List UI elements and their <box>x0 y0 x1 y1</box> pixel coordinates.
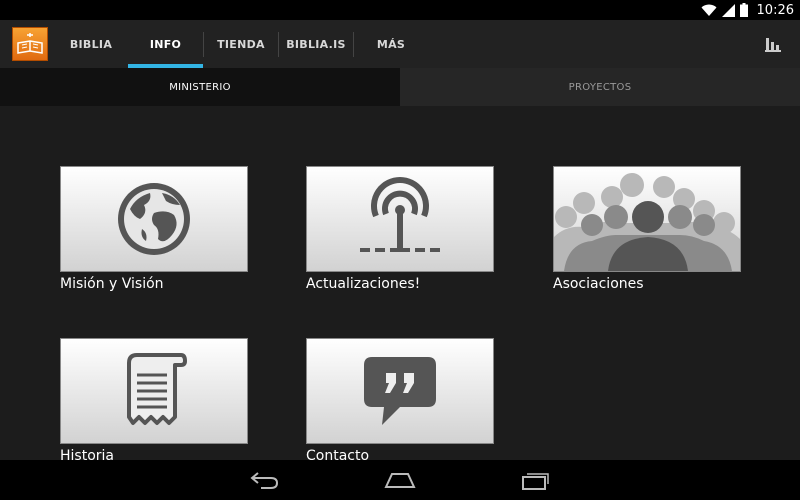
subtab-proyectos[interactable]: PROYECTOS <box>400 68 800 106</box>
bible-app-icon[interactable] <box>12 27 48 61</box>
tab-label: INFO <box>149 37 182 51</box>
subtab-ministerio[interactable]: MINISTERIO <box>0 68 400 106</box>
recents-button[interactable] <box>518 468 554 492</box>
status-bar: 10:26 <box>0 0 800 20</box>
tile-label: Asociaciones <box>553 276 644 292</box>
quote-bubble-icon <box>364 357 436 425</box>
subtab-label: PROYECTOS <box>568 81 632 93</box>
back-icon <box>250 472 279 489</box>
book-icon <box>17 33 43 54</box>
tile-image <box>60 166 248 272</box>
tile-image <box>306 338 494 444</box>
scroll-icon <box>127 353 187 425</box>
home-icon <box>384 473 416 488</box>
tab-biblia-is[interactable]: BIBLIA.IS <box>279 20 353 68</box>
tab-label: MÁS <box>376 37 406 51</box>
action-bar: BIBLIA INFO TIENDA BIBLIA.IS MÁS <box>0 20 800 68</box>
recents-icon <box>522 473 549 490</box>
people-icon <box>554 173 740 271</box>
globe-icon <box>118 183 190 255</box>
wifi-icon <box>701 4 717 16</box>
navigation-bar <box>0 460 800 500</box>
subtabs: MINISTERIO PROYECTOS <box>0 68 800 106</box>
bar-chart-icon[interactable] <box>764 34 782 54</box>
tab-tienda[interactable]: TIENDA <box>204 20 278 68</box>
broadcast-icon <box>360 177 440 252</box>
tiles-grid: Misión y Visión Actualizaciones! Asociac… <box>0 106 800 464</box>
tile-image <box>60 338 248 444</box>
tile-asociaciones[interactable]: Asociaciones <box>553 166 741 292</box>
subtab-label: MINISTERIO <box>169 81 231 93</box>
clock: 10:26 <box>756 2 794 18</box>
tile-label: Misión y Visión <box>60 276 164 292</box>
signal-icon <box>721 3 735 17</box>
tile-image <box>306 166 494 272</box>
tile-historia[interactable]: Historia <box>60 338 248 464</box>
tab-label: BIBLIA.IS <box>286 37 346 51</box>
tile-actualizaciones[interactable]: Actualizaciones! <box>306 166 494 292</box>
tile-label: Actualizaciones! <box>306 276 421 292</box>
tile-image <box>553 166 741 272</box>
tab-info[interactable]: INFO <box>128 20 203 68</box>
battery-icon <box>739 3 748 17</box>
tab-label: BIBLIA <box>69 37 113 51</box>
status-icons: 10:26 <box>701 0 794 20</box>
home-button[interactable] <box>382 468 418 492</box>
tab-label: TIENDA <box>217 37 265 51</box>
back-button[interactable] <box>246 468 282 492</box>
tile-contacto[interactable]: Contacto <box>306 338 494 464</box>
tile-mision-vision[interactable]: Misión y Visión <box>60 166 248 292</box>
tab-biblia[interactable]: BIBLIA <box>55 20 127 68</box>
tab-mas[interactable]: MÁS <box>354 20 428 68</box>
